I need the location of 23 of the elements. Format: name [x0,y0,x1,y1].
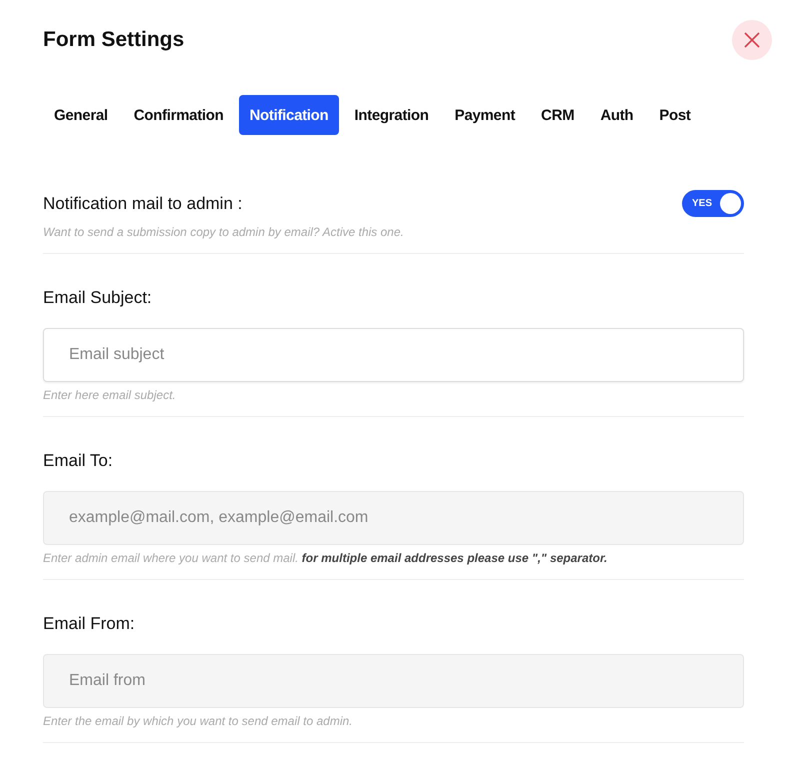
field-label: Email Subject: [43,288,153,308]
tab[interactable]: Auth [589,95,644,135]
tab[interactable]: CRM [530,95,586,135]
tab[interactable]: Payment [444,95,526,135]
close-button[interactable] [732,20,772,60]
close-icon [743,31,761,49]
toggle-switch[interactable]: YES [682,190,744,217]
input-field[interactable]: example@mail.com, example@email.com [43,491,744,545]
window-title: Form Settings [43,28,184,52]
tab[interactable]: Notification [238,95,340,135]
help-text: Want to send a submission copy to admin by email? Active this one. [43,225,405,239]
tab[interactable]: Confirmation [122,95,234,135]
setting-label: Notification mail to admin : [43,194,242,214]
help-text: Enter the email by which you want to send email to admin. [43,714,354,728]
field-label: Email To: [43,451,114,471]
input-field[interactable]: Email subject [43,328,744,382]
help-text: Enter here email subject. [43,388,177,402]
tab[interactable]: Integration [343,95,440,135]
field-label: Email From: [43,614,136,634]
help-text: Enter admin email where you want to send mail. for multiple email addresses please use "," separator. [43,551,608,565]
input-field[interactable]: Email from [43,654,744,708]
tab[interactable]: General [43,95,119,135]
tab[interactable]: Post [648,95,702,135]
